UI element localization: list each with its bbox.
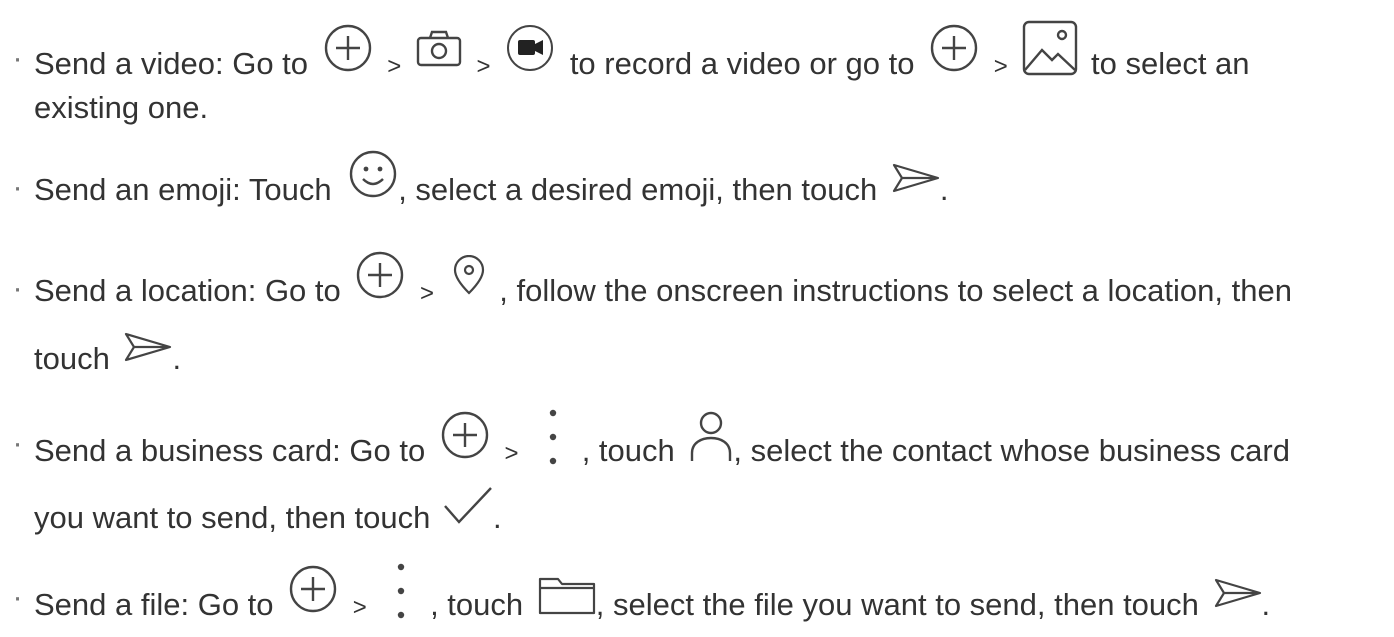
item-text: to select an: [1090, 46, 1250, 82]
send-icon: [1214, 578, 1262, 608]
send-icon: [892, 163, 940, 193]
separator: >: [387, 53, 402, 81]
checkmark-icon: [443, 486, 493, 526]
add-circle-icon: [440, 410, 490, 460]
item-text: , touch: [581, 433, 675, 469]
send-icon: [124, 332, 172, 362]
more-vertical-icon: [547, 407, 559, 467]
item-text: , follow the onscreen instructions to se…: [499, 273, 1292, 309]
item-text: , touch: [430, 587, 524, 623]
bullet: ·: [12, 579, 23, 614]
item-text: you want to send, then touch: [34, 500, 431, 535]
item-text: .: [493, 500, 502, 535]
camera-icon: [416, 29, 462, 67]
item-text: Send an emoji: Touch: [34, 172, 332, 208]
location-icon: [453, 255, 485, 295]
bullet: ·: [12, 270, 23, 305]
item-text: Send a business card: Go to: [34, 433, 426, 469]
bullet: ·: [12, 425, 23, 460]
folder-icon: [538, 575, 596, 615]
separator: >: [476, 53, 491, 81]
item-text: Send a video: Go to: [34, 46, 309, 82]
item-text: , select the file you want to send, then…: [595, 587, 1199, 623]
separator: >: [420, 280, 435, 308]
item-text: .: [939, 172, 949, 208]
item-text: touch: [34, 341, 110, 376]
item-text: Send a file: Go to: [34, 587, 274, 623]
bullet: ·: [12, 40, 23, 75]
separator: >: [993, 53, 1008, 81]
video-record-icon: [505, 23, 555, 73]
item-text: Send a location: Go to: [34, 273, 341, 309]
more-vertical-icon: [395, 561, 407, 621]
add-circle-icon: [288, 564, 338, 614]
item-text: .: [172, 341, 182, 376]
add-circle-icon: [355, 250, 405, 300]
item-text: existing one.: [34, 90, 209, 125]
item-text: to record a video or go to: [569, 46, 915, 82]
separator: >: [504, 440, 519, 468]
item-text: .: [1261, 587, 1271, 623]
emoji-icon: [348, 149, 398, 199]
add-circle-icon: [323, 23, 373, 73]
add-circle-icon: [929, 23, 979, 73]
item-text: , select the contact whose business card: [733, 433, 1290, 469]
item-text: , select a desired emoji, then touch: [398, 172, 878, 208]
gallery-icon: [1022, 20, 1078, 76]
bullet: ·: [12, 169, 23, 204]
contact-icon: [689, 411, 733, 463]
separator: >: [352, 594, 367, 622]
